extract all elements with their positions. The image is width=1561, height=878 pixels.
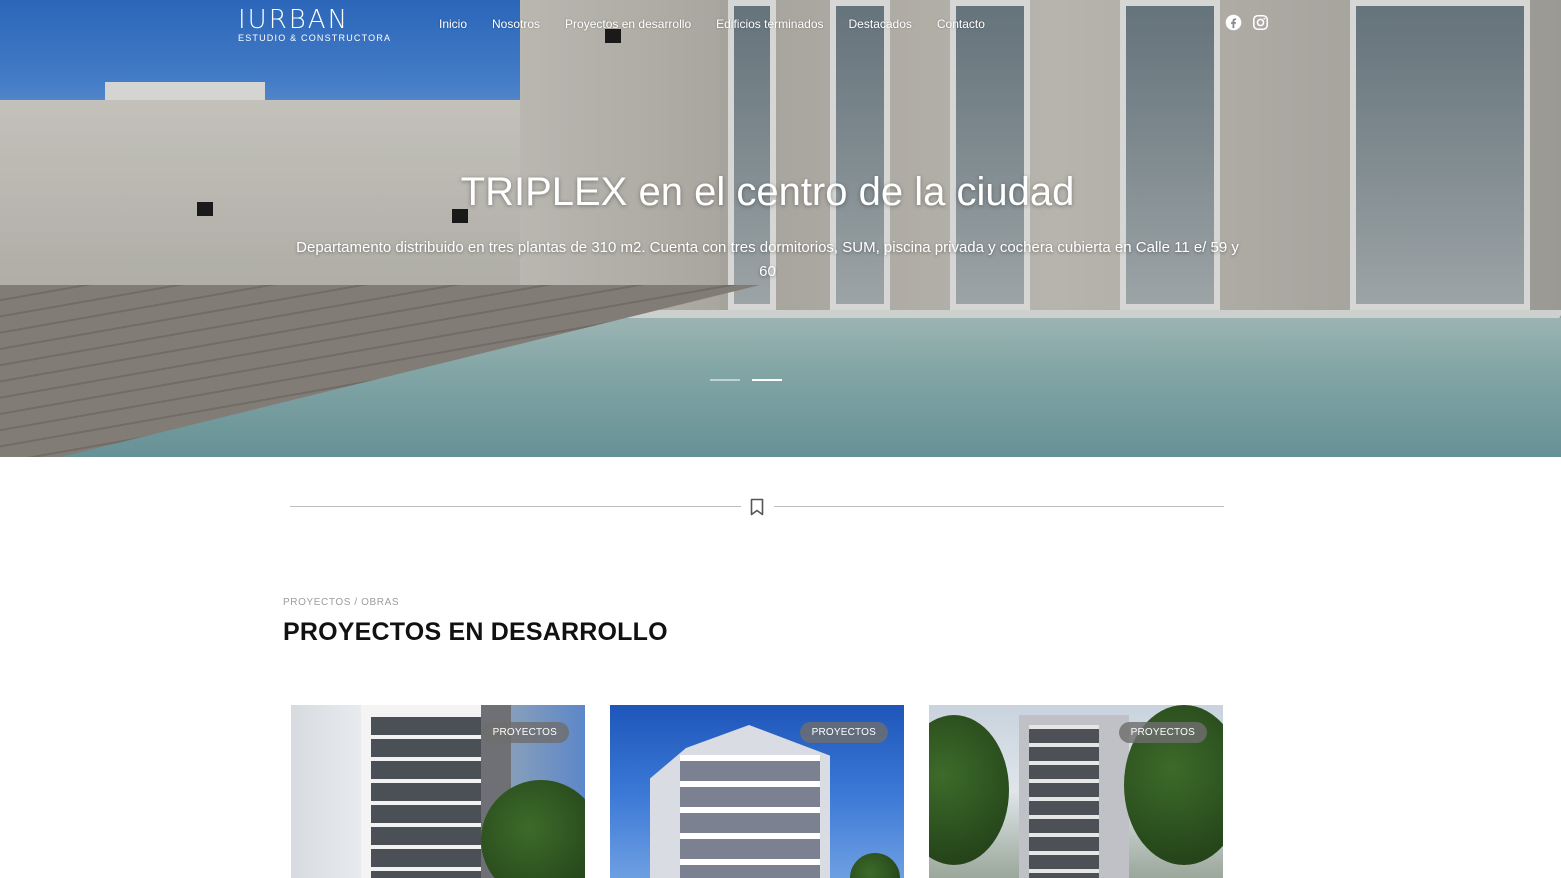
slider-dots <box>710 379 782 381</box>
nav-item-nosotros[interactable]: Nosotros <box>492 17 540 31</box>
nav-item-contacto[interactable]: Contacto <box>937 17 985 31</box>
main-nav: Inicio Nosotros Proyectos en desarrollo … <box>439 17 1010 31</box>
slider-dot-active[interactable] <box>752 379 782 381</box>
project-card[interactable]: PROYECTOS <box>291 705 585 878</box>
nav-item-destacados[interactable]: Destacados <box>849 17 912 31</box>
social-links <box>1225 14 1269 31</box>
nav-item-proyectos-desarrollo[interactable]: Proyectos en desarrollo <box>565 17 691 31</box>
brand-logo[interactable]: IURBAN ESTUDIO & CONSTRUCTORA <box>238 5 392 43</box>
project-card[interactable]: PROYECTOS <box>929 705 1223 878</box>
section-divider <box>290 497 1224 517</box>
slider-dot[interactable] <box>710 379 740 381</box>
project-card[interactable]: PROYECTOS <box>610 705 904 878</box>
nav-item-inicio[interactable]: Inicio <box>439 17 467 31</box>
project-cards: PROYECTOS PROYECTOS PROYECTOS <box>291 705 1223 878</box>
instagram-icon[interactable] <box>1252 14 1269 31</box>
section-title: PROYECTOS EN DESARROLLO <box>283 618 668 646</box>
hero-description: Departamento distribuido en tres plantas… <box>296 239 1239 280</box>
hero-slider: IURBAN ESTUDIO & CONSTRUCTORA Inicio Nos… <box>0 0 1561 457</box>
bookmark-icon <box>750 498 764 516</box>
project-tag: PROYECTOS <box>1118 722 1207 743</box>
section-eyebrow: PROYECTOS / OBRAS <box>283 597 400 608</box>
brand-tagline: ESTUDIO & CONSTRUCTORA <box>238 33 392 43</box>
brand-name: IURBAN <box>238 5 350 35</box>
facebook-icon[interactable] <box>1225 14 1242 31</box>
hero-title: TRIPLEX en el centro de la ciudad <box>460 170 1075 214</box>
project-tag: PROYECTOS <box>799 722 888 743</box>
nav-item-edificios-terminados[interactable]: Edificios terminados <box>716 17 823 31</box>
project-tag: PROYECTOS <box>480 722 569 743</box>
